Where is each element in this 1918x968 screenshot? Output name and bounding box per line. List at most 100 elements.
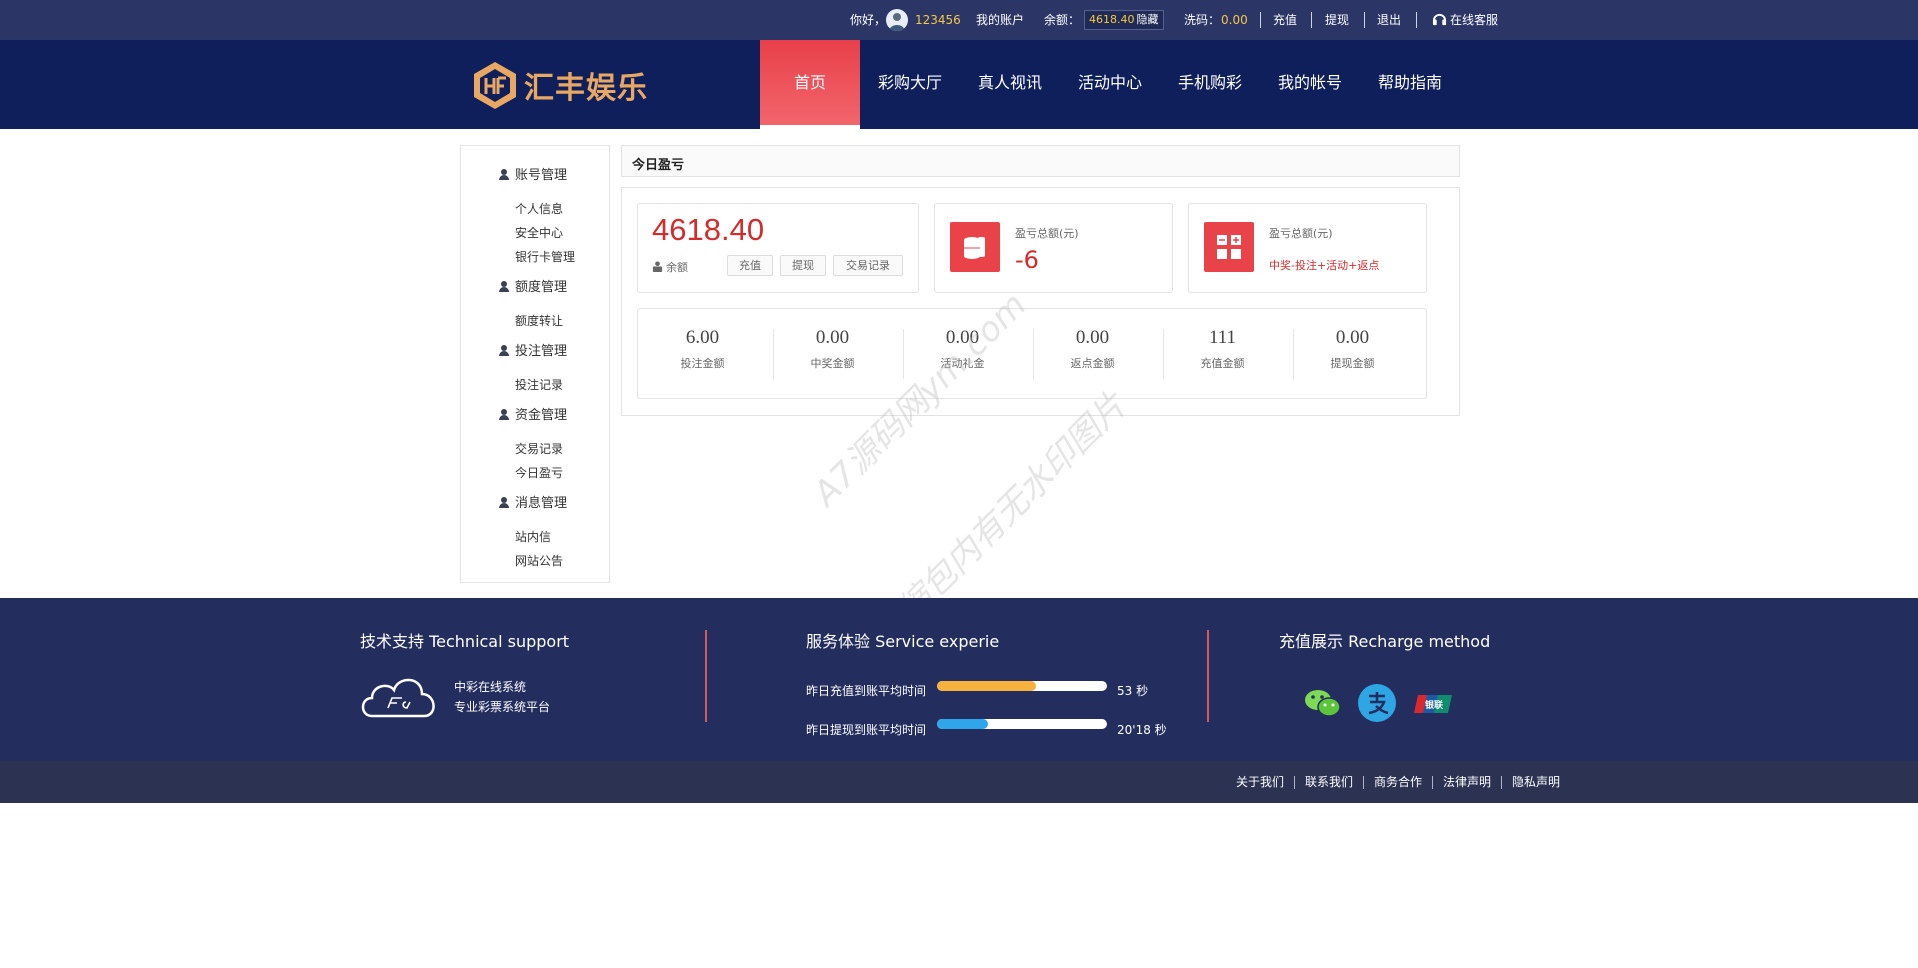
sidebar-item-today-pnl[interactable]: 今日盈亏 — [515, 464, 563, 481]
stat-withdraw-amount: 0.00 提现金额 — [1288, 327, 1417, 371]
nav-item-home[interactable]: 首页 — [760, 40, 860, 129]
avatar[interactable] — [886, 9, 908, 31]
sidebar-item-security-center[interactable]: 安全中心 — [515, 224, 563, 241]
sidebar-item-inbox[interactable]: 站内信 — [515, 528, 551, 545]
recharge-button[interactable]: 充值 — [727, 255, 773, 276]
sidebar-group-label: 额度管理 — [515, 280, 568, 295]
top-bar: 你好， 123456 我的账户 余额： 4618.40 隐藏 洗码： 0.00 充… — [0, 0, 1918, 40]
stat-label: 充值金额 — [1200, 357, 1245, 370]
sidebar-group-funds[interactable]: 资金管理 — [499, 404, 567, 423]
wallet-icon — [652, 261, 663, 272]
sidebar: 账号管理 个人信息 安全中心 银行卡管理 额度管理 额度转让 投注管理 投注记录… — [460, 145, 610, 583]
sidebar-group-label: 资金管理 — [515, 408, 568, 423]
unionpay-text: 银联 — [1425, 699, 1444, 711]
withdraw-time-bar — [937, 719, 1107, 729]
sidebar-group-bets[interactable]: 投注管理 — [499, 340, 567, 359]
recharge-link[interactable]: 充值 — [1273, 0, 1297, 40]
stat-label: 中奖金额 — [810, 357, 855, 370]
recharge-time-value: 53 秒 — [1117, 684, 1149, 698]
formula-card: 盈亏总额(元) 中奖-投注+活动+返点 — [1188, 203, 1427, 293]
stat-activity-bonus: 0.00 活动礼金 — [898, 327, 1027, 371]
logout-link[interactable]: 退出 — [1377, 0, 1401, 40]
recharge-time-fill — [937, 681, 1036, 691]
coin-stack-icon — [964, 237, 985, 259]
stats-card: 6.00 投注金额 0.00 中奖金额 0.00 活动礼金 0.00 返点金额 … — [637, 308, 1427, 399]
stat-rebate-amount: 0.00 返点金额 — [1028, 327, 1157, 371]
formula-text: 中奖-投注+活动+返点 — [1269, 259, 1380, 272]
nav-item-help[interactable]: 帮助指南 — [1370, 40, 1450, 129]
wash-value: 0.00 — [1221, 13, 1248, 27]
sidebar-group-label: 消息管理 — [515, 496, 568, 511]
sidebar-item-bet-records[interactable]: 投注记录 — [515, 376, 563, 393]
user-icon — [499, 409, 509, 420]
withdraw-time-fill — [937, 719, 988, 729]
sidebar-group-label: 账号管理 — [515, 168, 568, 183]
sidebar-item-announcements[interactable]: 网站公告 — [515, 552, 563, 569]
cloud-logo-icon — [361, 678, 435, 718]
stat-recharge-amount: 111 充值金额 — [1158, 327, 1287, 371]
sidebar-item-transactions[interactable]: 交易记录 — [515, 440, 563, 457]
nav-item-mobile-lottery[interactable]: 手机购彩 — [1170, 40, 1250, 129]
username[interactable]: 123456 — [915, 0, 961, 40]
link-business[interactable]: 商务合作 — [1374, 761, 1422, 803]
nav-item-lottery-hall[interactable]: 彩购大厅 — [870, 40, 950, 129]
sidebar-group-messages[interactable]: 消息管理 — [499, 492, 567, 511]
profit-label: 盈亏总额(元) — [1015, 227, 1079, 240]
withdraw-link[interactable]: 提现 — [1325, 0, 1349, 40]
sidebar-item-personal-info[interactable]: 个人信息 — [515, 200, 563, 217]
nav-item-my-account[interactable]: 我的帐号 — [1270, 40, 1350, 129]
formula-tile — [1204, 222, 1254, 272]
page-title: 今日盈亏 — [632, 158, 685, 173]
divider — [1311, 12, 1312, 28]
calculator-icon — [1217, 235, 1241, 259]
stat-value: 111 — [1208, 327, 1237, 348]
nav-item-live-video[interactable]: 真人视讯 — [970, 40, 1050, 129]
stat-bet-amount: 6.00 投注金额 — [638, 327, 767, 371]
main-nav: 汇丰娱乐 首页 彩购大厅 真人视讯 活动中心 手机购彩 我的帐号 帮助指南 — [0, 40, 1918, 129]
profit-tile — [950, 222, 1000, 272]
customer-service-label: 在线客服 — [1450, 13, 1499, 27]
stat-label: 返点金额 — [1070, 357, 1115, 370]
sidebar-item-credit-transfer[interactable]: 额度转让 — [515, 312, 563, 329]
recharge-method-title: 充值展示 Recharge method — [1279, 632, 1491, 651]
customer-service-link[interactable]: 在线客服 — [1432, 0, 1498, 40]
stat-value: 0.00 — [1335, 327, 1370, 348]
footer-divider — [705, 630, 707, 722]
transaction-records-button[interactable]: 交易记录 — [833, 255, 903, 276]
sidebar-group-credit[interactable]: 额度管理 — [499, 276, 567, 295]
greeting-text: 你好， — [850, 13, 887, 27]
link-legal[interactable]: 法律声明 — [1443, 761, 1491, 803]
user-icon — [499, 497, 509, 508]
sidebar-group-account[interactable]: 账号管理 — [499, 164, 567, 183]
user-icon — [499, 281, 509, 292]
link-contact-us[interactable]: 联系我们 — [1305, 761, 1353, 803]
footer-divider — [1207, 630, 1209, 722]
support-title: 技术支持 Technical support — [360, 632, 570, 651]
link-privacy[interactable]: 隐私声明 — [1512, 761, 1560, 803]
footer: 技术支持 Technical support 中彩在线系统 专业彩票系统平台 服… — [0, 598, 1918, 761]
stat-label: 投注金额 — [680, 357, 725, 370]
hide-balance-link[interactable]: 隐藏 — [1137, 13, 1159, 26]
stat-label: 提现金额 — [1330, 357, 1375, 370]
balance-value: 4618.40 — [1089, 13, 1135, 26]
sidebar-item-bank-cards[interactable]: 银行卡管理 — [515, 248, 575, 265]
profit-card: 盈亏总额(元) -6 — [934, 203, 1173, 293]
link-about-us[interactable]: 关于我们 — [1236, 761, 1284, 803]
support-line-2: 专业彩票系统平台 — [454, 700, 551, 714]
nav-item-activity-center[interactable]: 活动中心 — [1070, 40, 1150, 129]
divider — [1363, 776, 1364, 789]
stat-value: 6.00 — [685, 327, 720, 348]
balance-amount: 4618.40 — [652, 212, 765, 247]
balance-label: 余额： — [1044, 13, 1081, 27]
site-logo[interactable]: 汇丰娱乐 — [472, 60, 648, 110]
divider — [1294, 776, 1295, 789]
user-icon — [499, 169, 509, 180]
divider — [1260, 12, 1261, 28]
withdraw-button[interactable]: 提现 — [780, 255, 826, 276]
service-title: 服务体验 Service experie — [806, 632, 1000, 651]
withdraw-time-label: 昨日提现到账平均时间 — [806, 723, 927, 737]
wechat-icon — [1303, 684, 1341, 722]
my-account-link[interactable]: 我的账户 — [976, 0, 1024, 40]
panel-header: 今日盈亏 — [621, 145, 1460, 177]
stat-win-amount: 0.00 中奖金额 — [768, 327, 897, 371]
